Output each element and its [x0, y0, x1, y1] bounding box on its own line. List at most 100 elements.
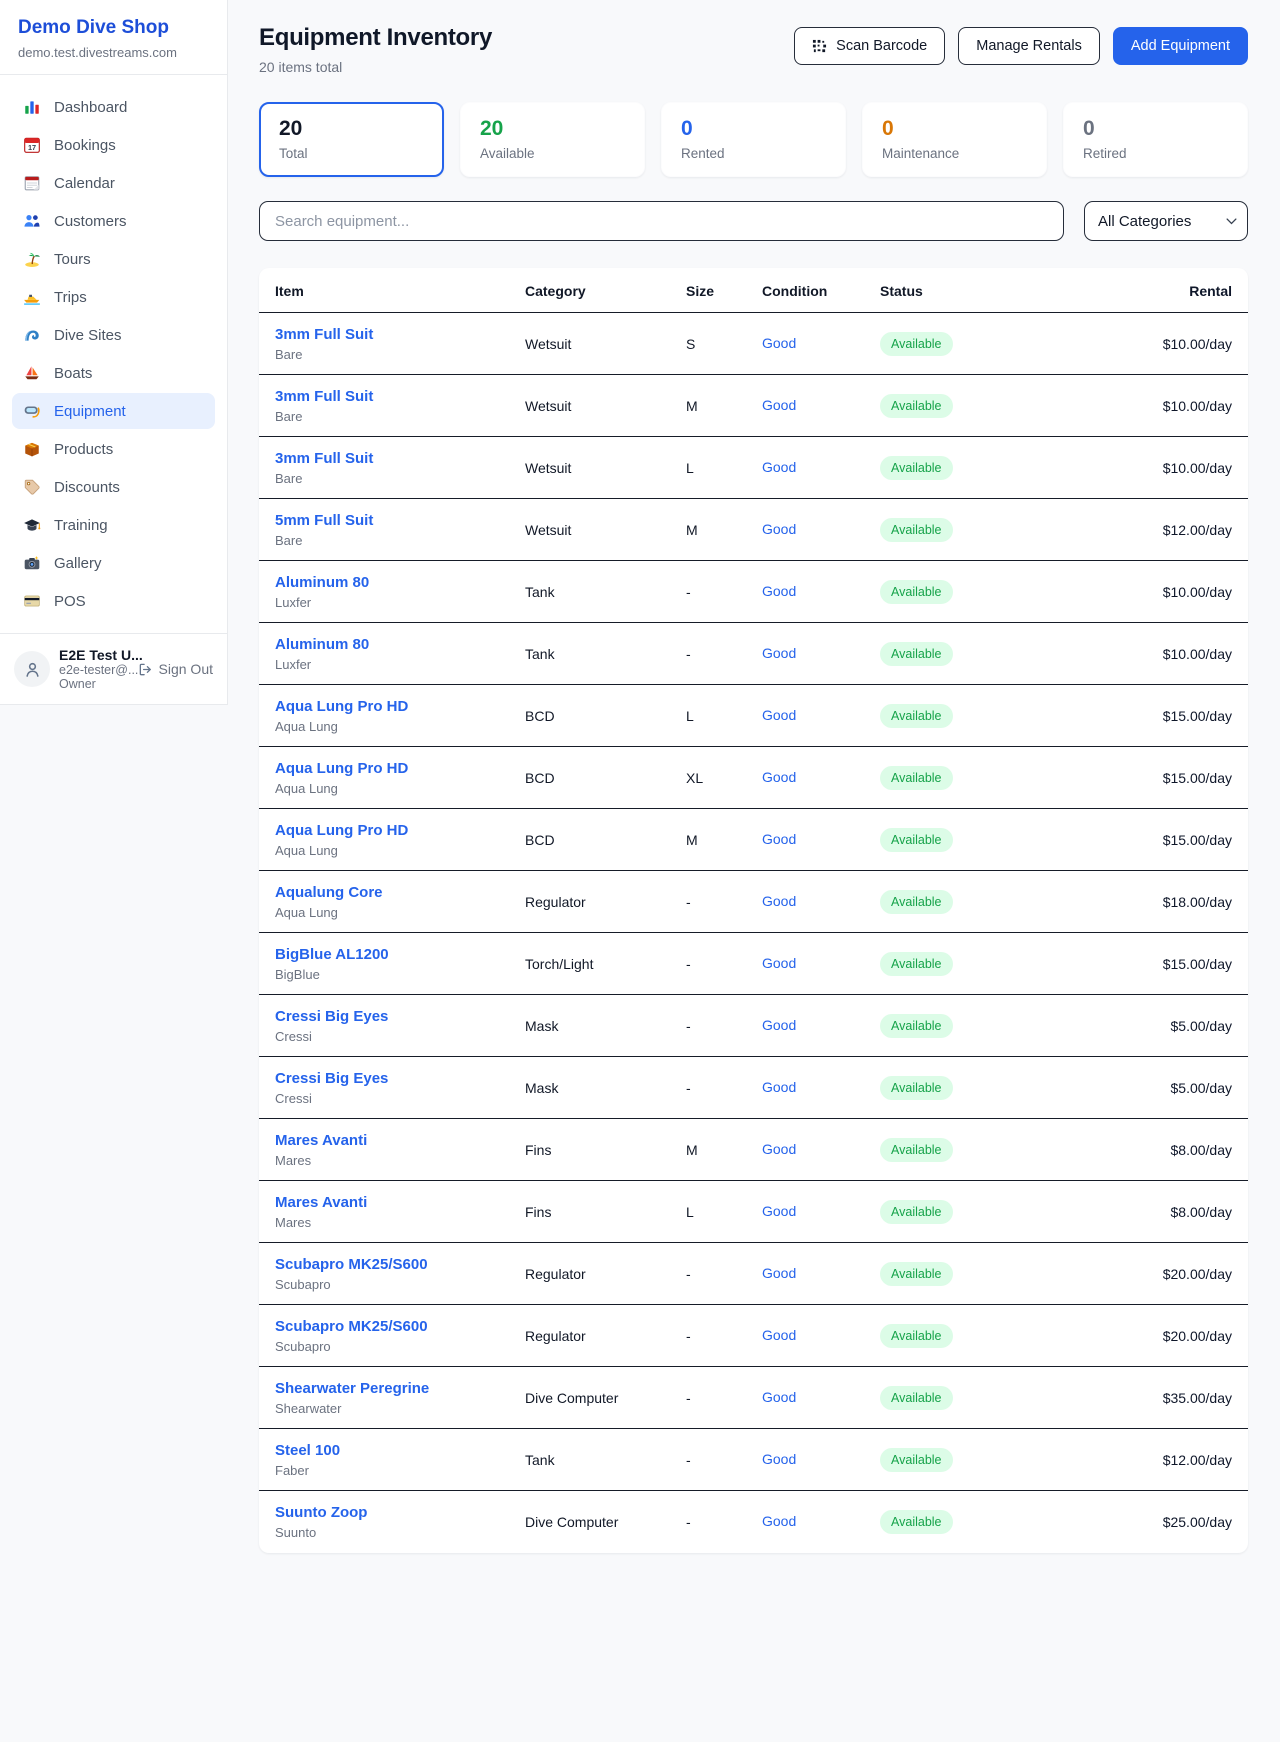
item-link[interactable]: Scubapro MK25/S600	[275, 1318, 428, 1335]
sidebar-item-customers[interactable]: Customers	[12, 203, 215, 239]
item-link[interactable]: Aqua Lung Pro HD	[275, 760, 408, 777]
manage-rentals-button[interactable]: Manage Rentals	[958, 27, 1100, 65]
item-link[interactable]: Mares Avanti	[275, 1194, 367, 1211]
add-equipment-button[interactable]: Add Equipment	[1113, 27, 1248, 65]
stat-card-retired[interactable]: 0 Retired	[1063, 102, 1248, 177]
condition-link[interactable]: Good	[762, 1389, 796, 1405]
item-category: Fins	[509, 1119, 670, 1181]
condition-link[interactable]: Good	[762, 1141, 796, 1157]
table-row[interactable]: Cressi Big Eyes Cressi Mask - Good Avail…	[259, 1057, 1248, 1119]
stat-label: Retired	[1083, 146, 1228, 161]
table-row[interactable]: Steel 100 Faber Tank - Good Available $1…	[259, 1429, 1248, 1491]
condition-link[interactable]: Good	[762, 1327, 796, 1343]
condition-link[interactable]: Good	[762, 1079, 796, 1095]
stat-card-total[interactable]: 20 Total	[259, 102, 444, 177]
rental-price: $15.00/day	[1064, 685, 1248, 747]
table-row[interactable]: BigBlue AL1200 BigBlue Torch/Light - Goo…	[259, 933, 1248, 995]
condition-link[interactable]: Good	[762, 707, 796, 723]
table-row[interactable]: Aqua Lung Pro HD Aqua Lung BCD M Good Av…	[259, 809, 1248, 871]
scan-barcode-button[interactable]: Scan Barcode	[794, 27, 945, 65]
sidebar-item-discounts[interactable]: Discounts	[12, 469, 215, 505]
item-link[interactable]: 3mm Full Suit	[275, 450, 373, 467]
user-name: E2E Test U...	[59, 647, 129, 663]
sign-out-button[interactable]: Sign Out	[138, 661, 213, 677]
condition-link[interactable]: Good	[762, 521, 796, 537]
item-brand: Luxfer	[275, 657, 493, 672]
table-row[interactable]: Aqualung Core Aqua Lung Regulator - Good…	[259, 871, 1248, 933]
condition-link[interactable]: Good	[762, 893, 796, 909]
item-link[interactable]: Suunto Zoop	[275, 1504, 367, 1521]
item-brand: Cressi	[275, 1029, 493, 1044]
add-equipment-label: Add Equipment	[1131, 38, 1230, 54]
sidebar-item-boats[interactable]: Boats	[12, 355, 215, 391]
condition-link[interactable]: Good	[762, 1513, 796, 1529]
condition-link[interactable]: Good	[762, 645, 796, 661]
table-row[interactable]: Scubapro MK25/S600 Scubapro Regulator - …	[259, 1305, 1248, 1367]
table-row[interactable]: 5mm Full Suit Bare Wetsuit M Good Availa…	[259, 499, 1248, 561]
item-link[interactable]: Cressi Big Eyes	[275, 1070, 388, 1087]
item-size: -	[670, 1491, 746, 1553]
condition-link[interactable]: Good	[762, 397, 796, 413]
sidebar-item-dive-sites[interactable]: Dive Sites	[12, 317, 215, 353]
stat-card-available[interactable]: 20 Available	[460, 102, 645, 177]
table-row[interactable]: Aluminum 80 Luxfer Tank - Good Available…	[259, 623, 1248, 685]
item-link[interactable]: 5mm Full Suit	[275, 512, 373, 529]
sidebar-item-training[interactable]: Training	[12, 507, 215, 543]
shop-logo[interactable]: Demo Dive Shop	[18, 17, 209, 39]
gallery-icon	[23, 554, 41, 572]
item-link[interactable]: Scubapro MK25/S600	[275, 1256, 428, 1273]
condition-link[interactable]: Good	[762, 1017, 796, 1033]
table-row[interactable]: 3mm Full Suit Bare Wetsuit L Good Availa…	[259, 437, 1248, 499]
table-row[interactable]: Mares Avanti Mares Fins M Good Available…	[259, 1119, 1248, 1181]
sidebar-item-bookings[interactable]: 17 Bookings	[12, 127, 215, 163]
sidebar-item-calendar[interactable]: Calendar	[12, 165, 215, 201]
condition-link[interactable]: Good	[762, 335, 796, 351]
sidebar-item-tours[interactable]: Tours	[12, 241, 215, 277]
table-row[interactable]: Aluminum 80 Luxfer Tank - Good Available…	[259, 561, 1248, 623]
item-link[interactable]: BigBlue AL1200	[275, 946, 389, 963]
item-link[interactable]: Aluminum 80	[275, 574, 369, 591]
item-link[interactable]: Aqua Lung Pro HD	[275, 698, 408, 715]
item-link[interactable]: Steel 100	[275, 1442, 340, 1459]
table-row[interactable]: Suunto Zoop Suunto Dive Computer - Good …	[259, 1491, 1248, 1553]
condition-link[interactable]: Good	[762, 831, 796, 847]
item-link[interactable]: Mares Avanti	[275, 1132, 367, 1149]
item-category: Fins	[509, 1181, 670, 1243]
tours-icon	[23, 250, 41, 268]
user-info: E2E Test U... e2e-tester@... Owner	[59, 647, 129, 691]
table-row[interactable]: 3mm Full Suit Bare Wetsuit M Good Availa…	[259, 375, 1248, 437]
item-link[interactable]: 3mm Full Suit	[275, 326, 373, 343]
condition-link[interactable]: Good	[762, 583, 796, 599]
sidebar-item-products[interactable]: Products	[12, 431, 215, 467]
sidebar-item-gallery[interactable]: Gallery	[12, 545, 215, 581]
rental-price: $20.00/day	[1064, 1305, 1248, 1367]
table-row[interactable]: Shearwater Peregrine Shearwater Dive Com…	[259, 1367, 1248, 1429]
sidebar-item-pos[interactable]: POS	[12, 583, 215, 619]
table-row[interactable]: Scubapro MK25/S600 Scubapro Regulator - …	[259, 1243, 1248, 1305]
table-row[interactable]: 3mm Full Suit Bare Wetsuit S Good Availa…	[259, 313, 1248, 375]
item-link[interactable]: Cressi Big Eyes	[275, 1008, 388, 1025]
condition-link[interactable]: Good	[762, 769, 796, 785]
item-link[interactable]: Shearwater Peregrine	[275, 1380, 429, 1397]
stat-card-rented[interactable]: 0 Rented	[661, 102, 846, 177]
search-input[interactable]	[259, 201, 1064, 241]
sidebar-item-trips[interactable]: Trips	[12, 279, 215, 315]
table-row[interactable]: Aqua Lung Pro HD Aqua Lung BCD L Good Av…	[259, 685, 1248, 747]
sidebar-item-dashboard[interactable]: Dashboard	[12, 89, 215, 125]
item-link[interactable]: 3mm Full Suit	[275, 388, 373, 405]
condition-link[interactable]: Good	[762, 1265, 796, 1281]
table-row[interactable]: Cressi Big Eyes Cressi Mask - Good Avail…	[259, 995, 1248, 1057]
table-row[interactable]: Mares Avanti Mares Fins L Good Available…	[259, 1181, 1248, 1243]
sidebar-item-equipment[interactable]: Equipment	[12, 393, 215, 429]
condition-link[interactable]: Good	[762, 1451, 796, 1467]
table-row[interactable]: Aqua Lung Pro HD Aqua Lung BCD XL Good A…	[259, 747, 1248, 809]
item-link[interactable]: Aqua Lung Pro HD	[275, 822, 408, 839]
item-link[interactable]: Aluminum 80	[275, 636, 369, 653]
rental-price: $10.00/day	[1064, 623, 1248, 685]
category-select[interactable]: All Categories	[1084, 201, 1248, 241]
condition-link[interactable]: Good	[762, 955, 796, 971]
condition-link[interactable]: Good	[762, 459, 796, 475]
stat-card-maintenance[interactable]: 0 Maintenance	[862, 102, 1047, 177]
condition-link[interactable]: Good	[762, 1203, 796, 1219]
item-link[interactable]: Aqualung Core	[275, 884, 383, 901]
